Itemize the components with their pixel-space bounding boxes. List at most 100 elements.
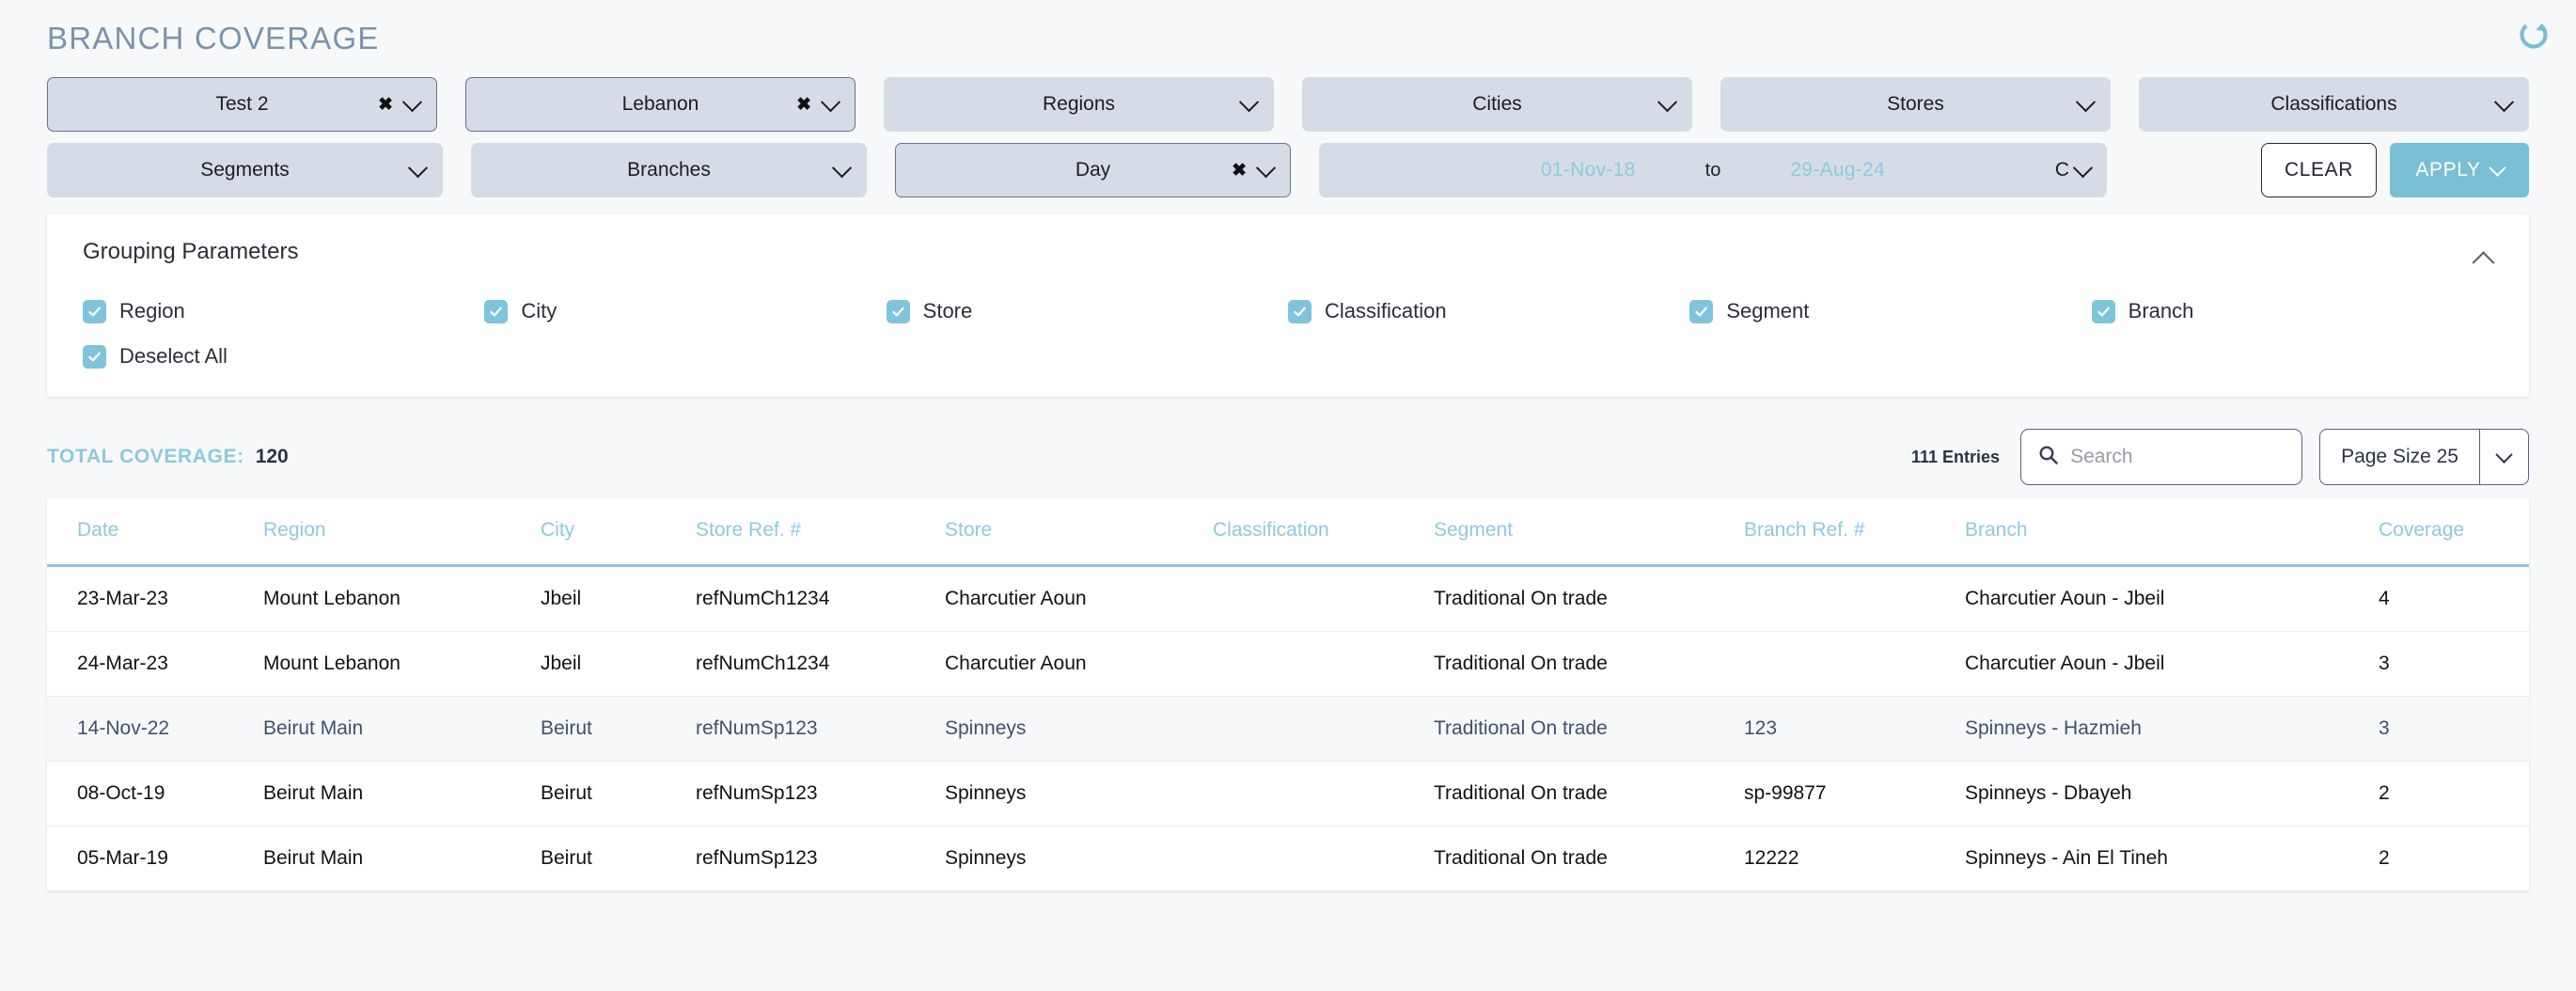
date-to-label: to (1705, 160, 1721, 181)
search-input[interactable] (2070, 446, 2285, 468)
checkbox-city[interactable]: City (484, 299, 557, 323)
filter-regions-label: Regions (1043, 93, 1115, 116)
page-size-label[interactable]: Page Size 25 (2320, 430, 2479, 484)
filter-bar: Test 2 ✖ Lebanon ✖ Regions Cities (0, 77, 2576, 197)
clear-icon[interactable]: ✖ (378, 96, 393, 114)
filter-classifications-icons (2497, 98, 2511, 112)
chevron-down-icon[interactable] (408, 158, 428, 178)
filter-row-2: Segments Branches Day ✖ 01-Nov-18 to 29-… (47, 143, 2529, 197)
cell-branch: Charcutier Aoun - Jbeil (1965, 632, 2379, 697)
table-head: Date Region City Store Ref. # Store Clas… (47, 498, 2529, 566)
date-range-picker[interactable]: 01-Nov-18 to 29-Aug-24 C (1319, 143, 2107, 197)
filter-stores[interactable]: Stores (1720, 77, 2111, 132)
filter-segments-label: Segments (200, 159, 290, 181)
cell-store-ref: refNumSp123 (696, 826, 945, 891)
date-to[interactable]: 29-Aug-24 (1790, 159, 1885, 181)
chevron-down-icon[interactable] (832, 158, 852, 178)
chevron-down-icon[interactable] (2073, 158, 2093, 178)
filter-actions: CLEAR APPLY (2135, 143, 2529, 197)
cell-segment: Traditional On trade (1434, 566, 1744, 632)
filter-day[interactable]: Day ✖ (895, 143, 1291, 197)
filter-segments-icons (411, 164, 425, 178)
chevron-down-icon[interactable] (2489, 159, 2505, 176)
cell-city: Beirut (541, 826, 696, 891)
search-box[interactable] (2020, 429, 2302, 485)
column-header-classification[interactable]: Classification (1213, 498, 1434, 566)
column-header-branch-ref[interactable]: Branch Ref. # (1744, 498, 1965, 566)
date-from[interactable]: 01-Nov-18 (1541, 159, 1636, 181)
table-row[interactable]: 14-Nov-22 Beirut Main Beirut refNumSp123… (47, 697, 2529, 762)
refresh-circle-icon[interactable] (2518, 19, 2550, 51)
table-row[interactable]: 23-Mar-23 Mount Lebanon Jbeil refNumCh12… (47, 566, 2529, 632)
checkbox-classification-label: Classification (1325, 299, 1447, 323)
column-header-branch[interactable]: Branch (1965, 498, 2379, 566)
filter-branches-label: Branches (627, 159, 711, 181)
page-size-selector[interactable]: Page Size 25 (2319, 429, 2529, 485)
filter-test[interactable]: Test 2 ✖ (47, 77, 437, 132)
filter-cities[interactable]: Cities (1302, 77, 1692, 132)
cell-city: Jbeil (541, 566, 696, 632)
cell-branch: Spinneys - Ain El Tineh (1965, 826, 2379, 891)
column-header-coverage[interactable]: Coverage (2379, 498, 2529, 566)
cell-date: 08-Oct-19 (47, 762, 263, 826)
table-row[interactable]: 08-Oct-19 Beirut Main Beirut refNumSp123… (47, 762, 2529, 826)
chevron-down-icon[interactable] (821, 92, 840, 112)
column-header-segment[interactable]: Segment (1434, 498, 1744, 566)
column-header-store[interactable]: Store (945, 498, 1213, 566)
filter-branches-icons (835, 164, 849, 178)
filter-branches[interactable]: Branches (471, 143, 867, 197)
cell-coverage: 4 (2379, 566, 2529, 632)
page-size-dropdown-arrow[interactable] (2479, 430, 2528, 484)
table-row[interactable]: 05-Mar-19 Beirut Main Beirut refNumSp123… (47, 826, 2529, 891)
chevron-down-icon[interactable] (1657, 92, 1677, 112)
filter-segments[interactable]: Segments (47, 143, 443, 197)
cell-coverage: 2 (2379, 826, 2529, 891)
column-header-city[interactable]: City (541, 498, 696, 566)
chevron-down-icon[interactable] (402, 92, 422, 112)
checkmark-icon (83, 300, 106, 323)
clear-icon[interactable]: ✖ (796, 96, 811, 114)
coverage-table-container: Date Region City Store Ref. # Store Clas… (47, 498, 2529, 891)
chevron-down-icon[interactable] (1256, 158, 1276, 178)
cell-store: Charcutier Aoun (945, 566, 1213, 632)
table-row[interactable]: 24-Mar-23 Mount Lebanon Jbeil refNumCh12… (47, 632, 2529, 697)
checkbox-branch[interactable]: Branch (2092, 299, 2194, 323)
filter-regions[interactable]: Regions (884, 77, 1274, 132)
checkbox-deselect-all-label: Deselect All (119, 344, 228, 369)
total-coverage: TOTAL COVERAGE: 120 (47, 446, 289, 468)
checkbox-segment[interactable]: Segment (1689, 299, 1809, 323)
filter-classifications[interactable]: Classifications (2139, 77, 2529, 132)
checkmark-icon (484, 300, 508, 323)
checkmark-icon (2092, 300, 2115, 323)
checkbox-region-label: Region (119, 299, 185, 323)
date-preset-label: C (2055, 159, 2069, 181)
total-coverage-label: TOTAL COVERAGE: (47, 446, 244, 468)
cell-branch-ref (1744, 632, 1965, 697)
cell-branch-ref: 123 (1744, 697, 1965, 762)
toolbar-right: 111 Entries Page Size 25 (1911, 429, 2529, 485)
apply-button[interactable]: APPLY (2390, 143, 2529, 197)
checkbox-region[interactable]: Region (83, 299, 185, 323)
column-header-store-ref[interactable]: Store Ref. # (696, 498, 945, 566)
cell-segment: Traditional On trade (1434, 697, 1744, 762)
checkbox-deselect-all[interactable]: Deselect All (83, 344, 228, 369)
chevron-down-icon[interactable] (2494, 92, 2514, 112)
clear-icon[interactable]: ✖ (1232, 162, 1247, 180)
cell-coverage: 3 (2379, 632, 2529, 697)
page-title: BRANCH COVERAGE (47, 21, 2576, 56)
cell-coverage: 2 (2379, 762, 2529, 826)
filter-classifications-label: Classifications (2270, 93, 2396, 116)
filter-regions-icons (1242, 98, 1256, 112)
checkbox-store[interactable]: Store (887, 299, 973, 323)
filter-country[interactable]: Lebanon ✖ (465, 77, 856, 132)
column-header-region[interactable]: Region (263, 498, 541, 566)
chevron-up-icon[interactable] (2470, 246, 2497, 278)
chevron-down-icon[interactable] (2076, 92, 2096, 112)
cell-branch: Spinneys - Dbayeh (1965, 762, 2379, 826)
date-preset-selector[interactable]: C (2055, 159, 2090, 181)
chevron-down-icon[interactable] (1239, 92, 1259, 112)
column-header-date[interactable]: Date (47, 498, 263, 566)
filter-stores-icons (2079, 98, 2093, 112)
checkbox-classification[interactable]: Classification (1288, 299, 1447, 323)
clear-button[interactable]: CLEAR (2261, 143, 2377, 197)
